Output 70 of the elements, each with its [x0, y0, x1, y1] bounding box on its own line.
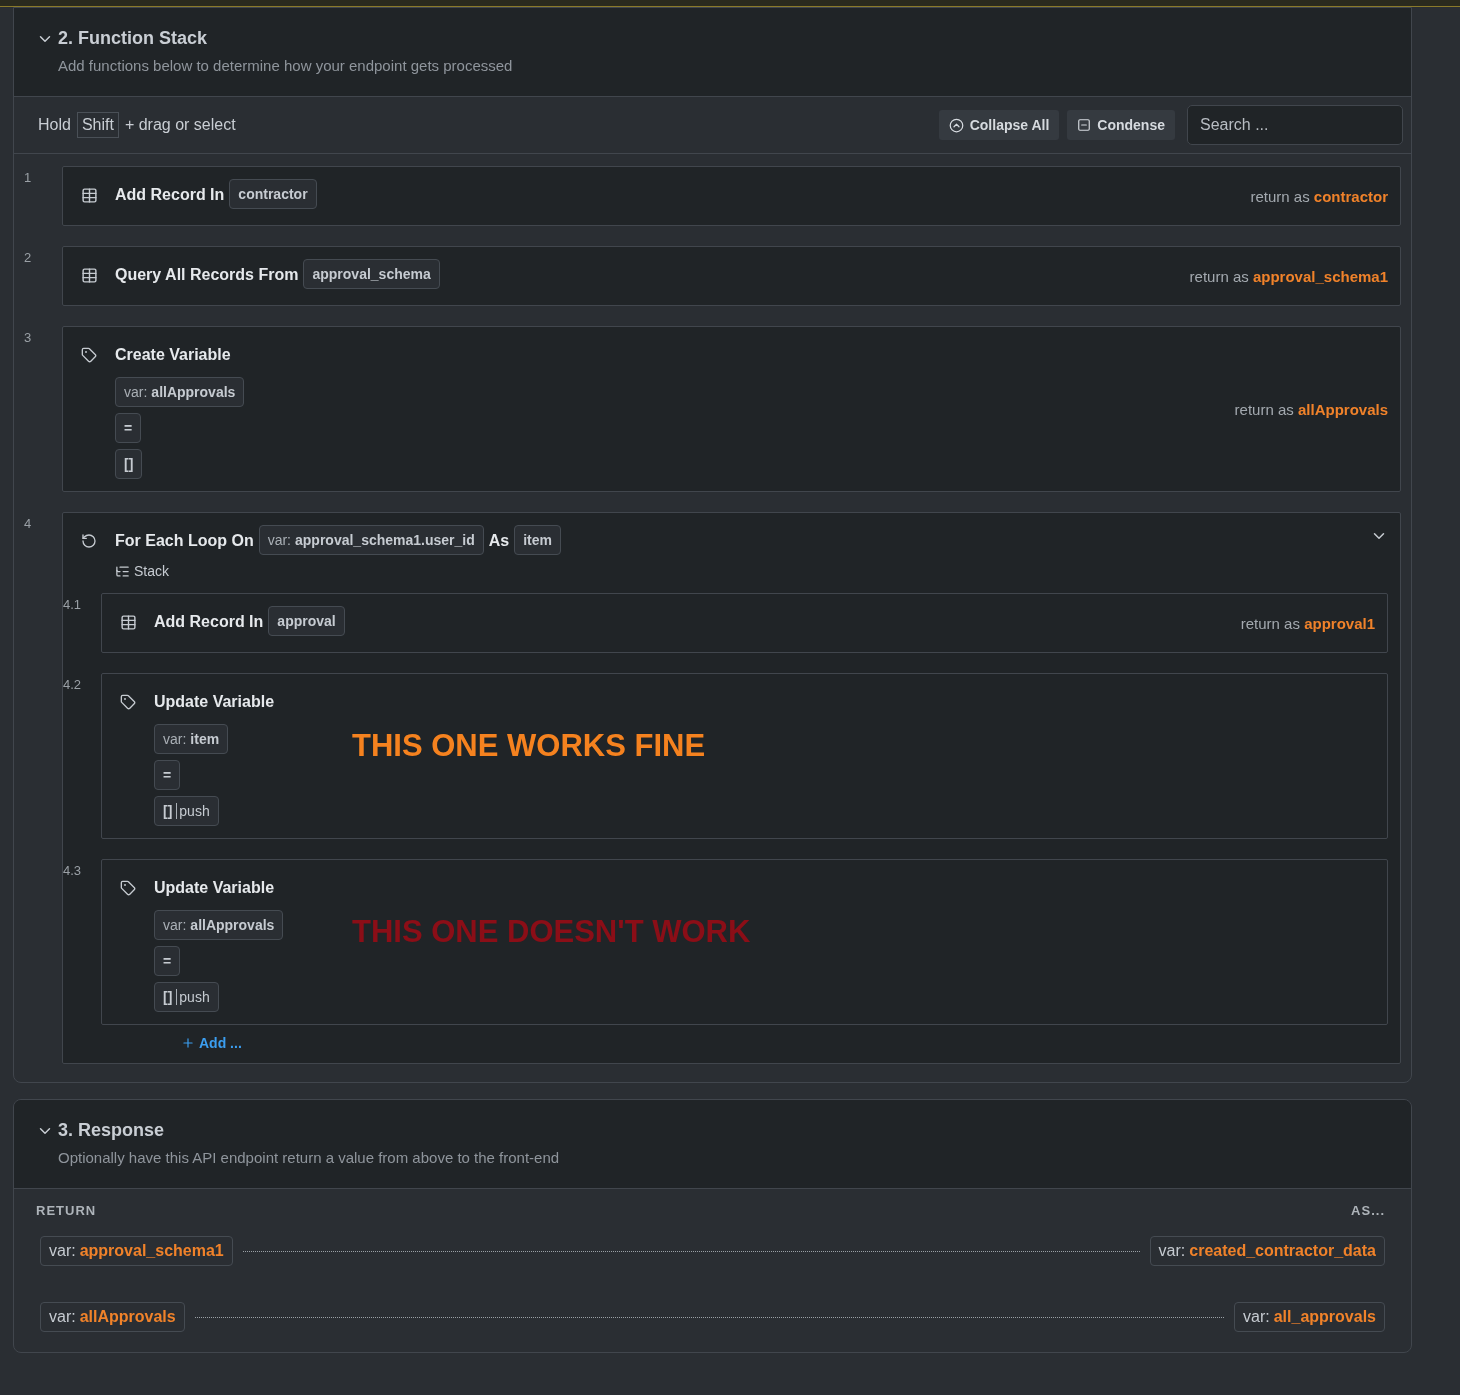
function-card[interactable]: Create Variable var: allApprovals = [] return as allApprovals: [62, 326, 1401, 492]
column-heading: RETURN: [36, 1203, 97, 1218]
add-link[interactable]: Add ...: [181, 1035, 1388, 1051]
column-heading: AS...: [1351, 1203, 1385, 1218]
hint-text: + drag or select: [124, 116, 236, 134]
chevron-circle-icon: [948, 117, 964, 133]
section-subtitle: Optionally have this API endpoint return a value from above to the front-end: [58, 1149, 561, 1166]
section-subtitle: Add functions below to determine how your endpoint gets processed: [58, 57, 514, 74]
step-title: Create Variable: [115, 346, 231, 364]
loop-arrow-icon: [81, 533, 97, 549]
as-label: As: [488, 532, 510, 550]
section-title: 2. Function Stack: [58, 28, 209, 49]
hint-text: Hold: [38, 116, 71, 134]
value-chip[interactable]: [] push: [154, 796, 219, 826]
step-title: Update Variable: [154, 879, 275, 897]
variable-chip[interactable]: var: allApprovals: [40, 1302, 185, 1332]
tag-icon: [120, 694, 136, 710]
value-chip[interactable]: =: [115, 413, 142, 443]
return-as-text: return as approval_schema1: [1189, 267, 1388, 285]
annotation-text: THIS ONE WORKS FINE: [352, 728, 706, 764]
step-number: 4.1: [63, 596, 83, 614]
table-icon: [80, 187, 98, 204]
minus-square-icon: [1077, 118, 1092, 132]
table-icon: [80, 267, 98, 284]
step-number: 2: [24, 249, 33, 267]
value-chip[interactable]: []: [115, 449, 143, 479]
condense-button[interactable]: Condense: [1067, 110, 1175, 140]
shift-key: Shift: [76, 112, 119, 138]
tag-icon: [120, 880, 136, 896]
variable-chip[interactable]: var: all_approvals: [1234, 1302, 1385, 1332]
value-chip[interactable]: var: allApprovals: [115, 377, 245, 407]
value-chip[interactable]: approval: [268, 606, 345, 636]
value-chip[interactable]: [] push: [154, 982, 219, 1012]
function-card[interactable]: Update Variable var: item = [] push THIS ONE WORKS FINE: [101, 673, 1388, 839]
value-chip[interactable]: =: [154, 946, 181, 976]
function-card[interactable]: Add Record In contractor return as contractor: [62, 166, 1401, 226]
step-number: 1: [24, 169, 33, 187]
step-title: For Each Loop On: [115, 532, 254, 550]
value-chip[interactable]: var: allApprovals: [154, 910, 284, 940]
section-title: 3. Response: [58, 1120, 166, 1141]
step-number: 4: [24, 515, 33, 533]
search-field[interactable]: Search ...: [1187, 105, 1403, 145]
step-title: Add Record In: [154, 613, 264, 631]
step-number: 3: [24, 329, 33, 347]
step-title: Query All Records From: [115, 266, 299, 284]
value-chip[interactable]: contractor: [229, 179, 317, 209]
collapse-all-button[interactable]: Collapse All: [938, 110, 1060, 140]
step-title: Add Record In: [115, 186, 225, 204]
function-card[interactable]: Update Variable var: allApprovals = [] push THIS ONE DOESN'T WORK: [101, 859, 1388, 1025]
step-number: 4.3: [63, 862, 83, 880]
variable-chip[interactable]: var: approval_schema1: [40, 1236, 233, 1266]
variable-chip[interactable]: var: created_contractor_data: [1149, 1236, 1385, 1266]
plus-icon: [181, 1036, 195, 1050]
value-chip[interactable]: var: item: [154, 724, 229, 754]
return-as-text: return as contractor: [1250, 187, 1388, 205]
step-number: 4.2: [63, 676, 83, 694]
step-title: Update Variable: [154, 693, 275, 711]
annotation-text: THIS ONE DOESN'T WORK: [352, 914, 751, 950]
value-chip[interactable]: approval_schema: [303, 259, 440, 289]
stack-label: Stack: [115, 563, 1388, 579]
tag-icon: [81, 347, 97, 363]
table-icon: [119, 614, 137, 631]
function-card[interactable]: Add Record In approval return as approval1: [101, 593, 1388, 653]
value-chip[interactable]: =: [154, 760, 181, 790]
return-as-text: return as allApprovals: [1234, 400, 1388, 418]
value-chip[interactable]: var: approval_schema1.user_id: [258, 525, 484, 555]
tree-icon: [115, 563, 130, 579]
function-card[interactable]: Query All Records From approval_schema return as approval_schema1: [62, 246, 1401, 306]
value-chip[interactable]: item: [514, 525, 562, 555]
return-as-text: return as approval1: [1240, 614, 1375, 632]
